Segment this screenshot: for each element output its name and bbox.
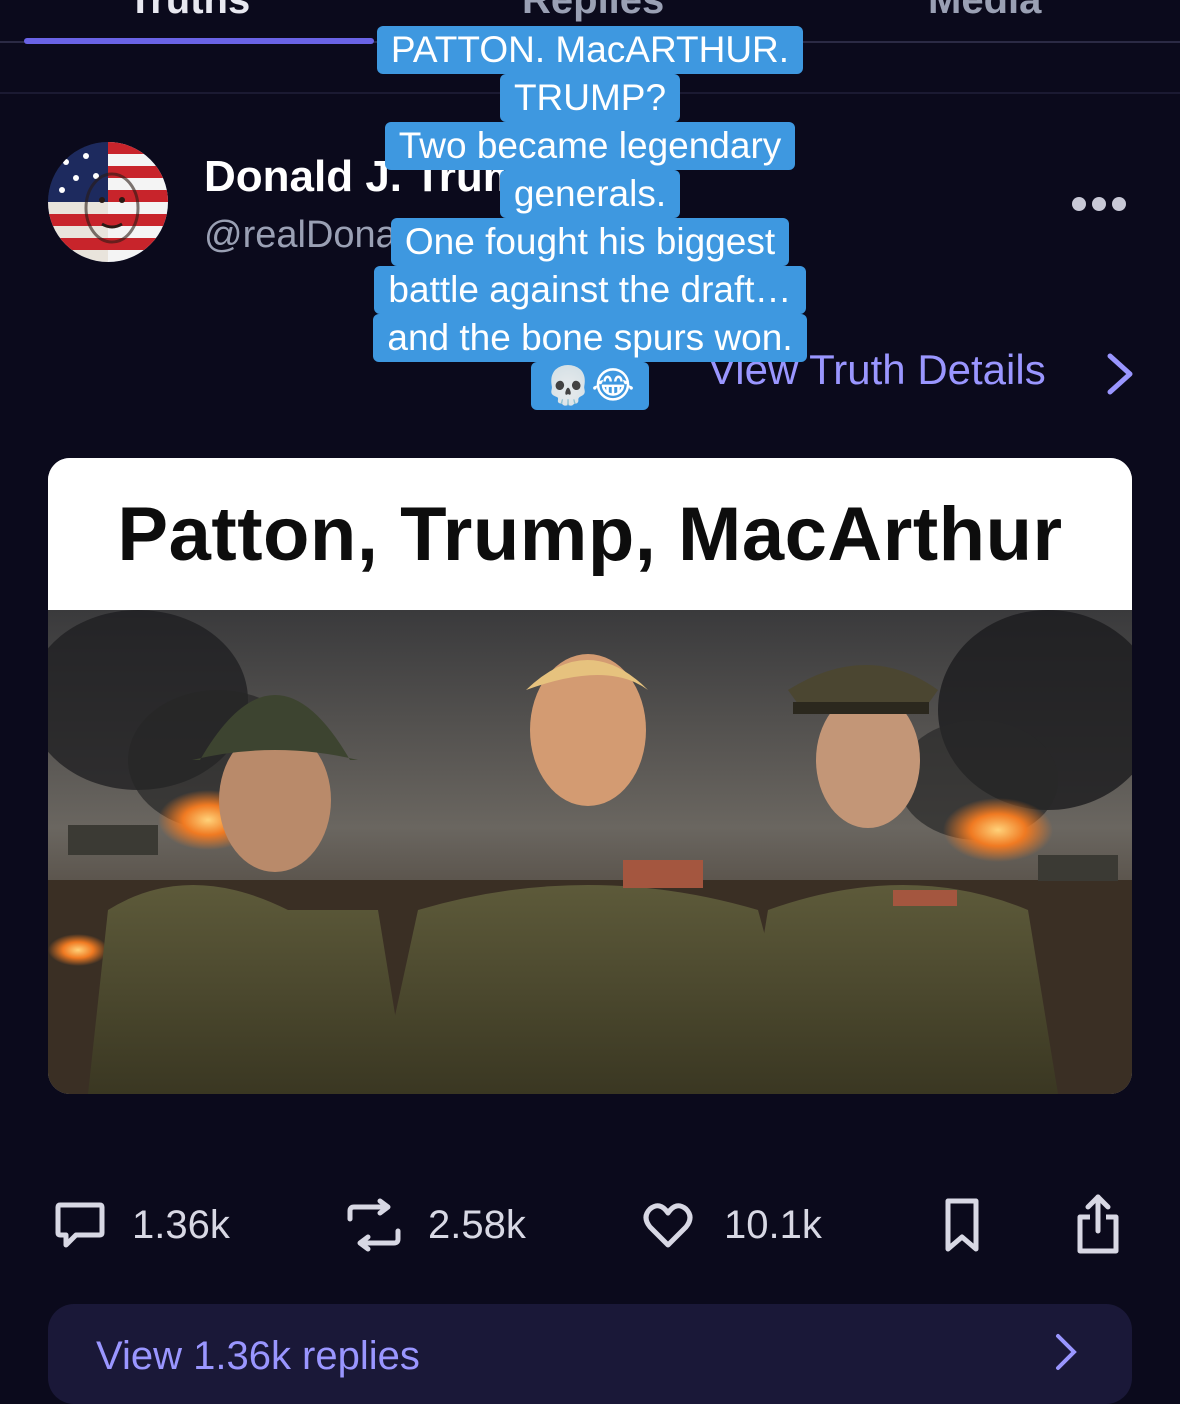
like-button[interactable]: 10.1k [640,1190,822,1260]
post-actions-bar: 1.36k 2.58k 10.1k [0,1190,1180,1260]
caption-line: battle against the draft… [374,266,806,314]
post-media-card[interactable]: Patton, Trump, MacArthur [48,458,1132,1094]
caption-line: PATTON. MacARTHUR. [376,26,804,74]
tab-replies[interactable]: Replies [522,0,664,23]
avatar-image [48,142,168,262]
reply-count: 1.36k [132,1202,230,1247]
bookmark-button[interactable] [940,1190,984,1260]
reply-button[interactable]: 1.36k [52,1190,230,1260]
share-icon [1077,1194,1119,1254]
like-count: 10.1k [724,1202,822,1247]
heart-icon [643,1203,693,1248]
active-tab-indicator [24,38,374,44]
retruth-icon [347,1198,401,1252]
view-replies-label: View 1.36k replies [96,1334,420,1378]
retruth-count: 2.58k [428,1202,526,1247]
comment-icon [55,1202,105,1248]
chevron-right-icon [1056,1334,1077,1370]
retruth-button[interactable]: 2.58k [340,1190,526,1260]
post-image[interactable] [48,610,1132,1094]
bookmark-icon [945,1198,979,1252]
avatar[interactable] [48,142,168,262]
view-replies-button[interactable]: View 1.36k replies [48,1304,1132,1404]
chevron-right-icon[interactable] [1102,350,1138,398]
caption-line: One fought his biggest [390,218,790,266]
caption-line: generals. [499,170,681,218]
card-title: Patton, Trump, MacArthur [48,458,1132,610]
caption-line: TRUMP? [499,74,681,122]
tab-truths[interactable]: Truths [128,0,250,23]
caption-overlay: PATTON. MacARTHUR. TRUMP? Two became leg… [340,26,840,410]
caption-line: and the bone spurs won. [373,314,807,362]
caption-line: Two became legendary [384,122,796,170]
caption-line: 💀😂 [531,362,649,410]
tab-media[interactable]: Media [928,0,1041,23]
share-button[interactable] [1072,1190,1124,1260]
more-options-icon[interactable] [1072,194,1128,214]
